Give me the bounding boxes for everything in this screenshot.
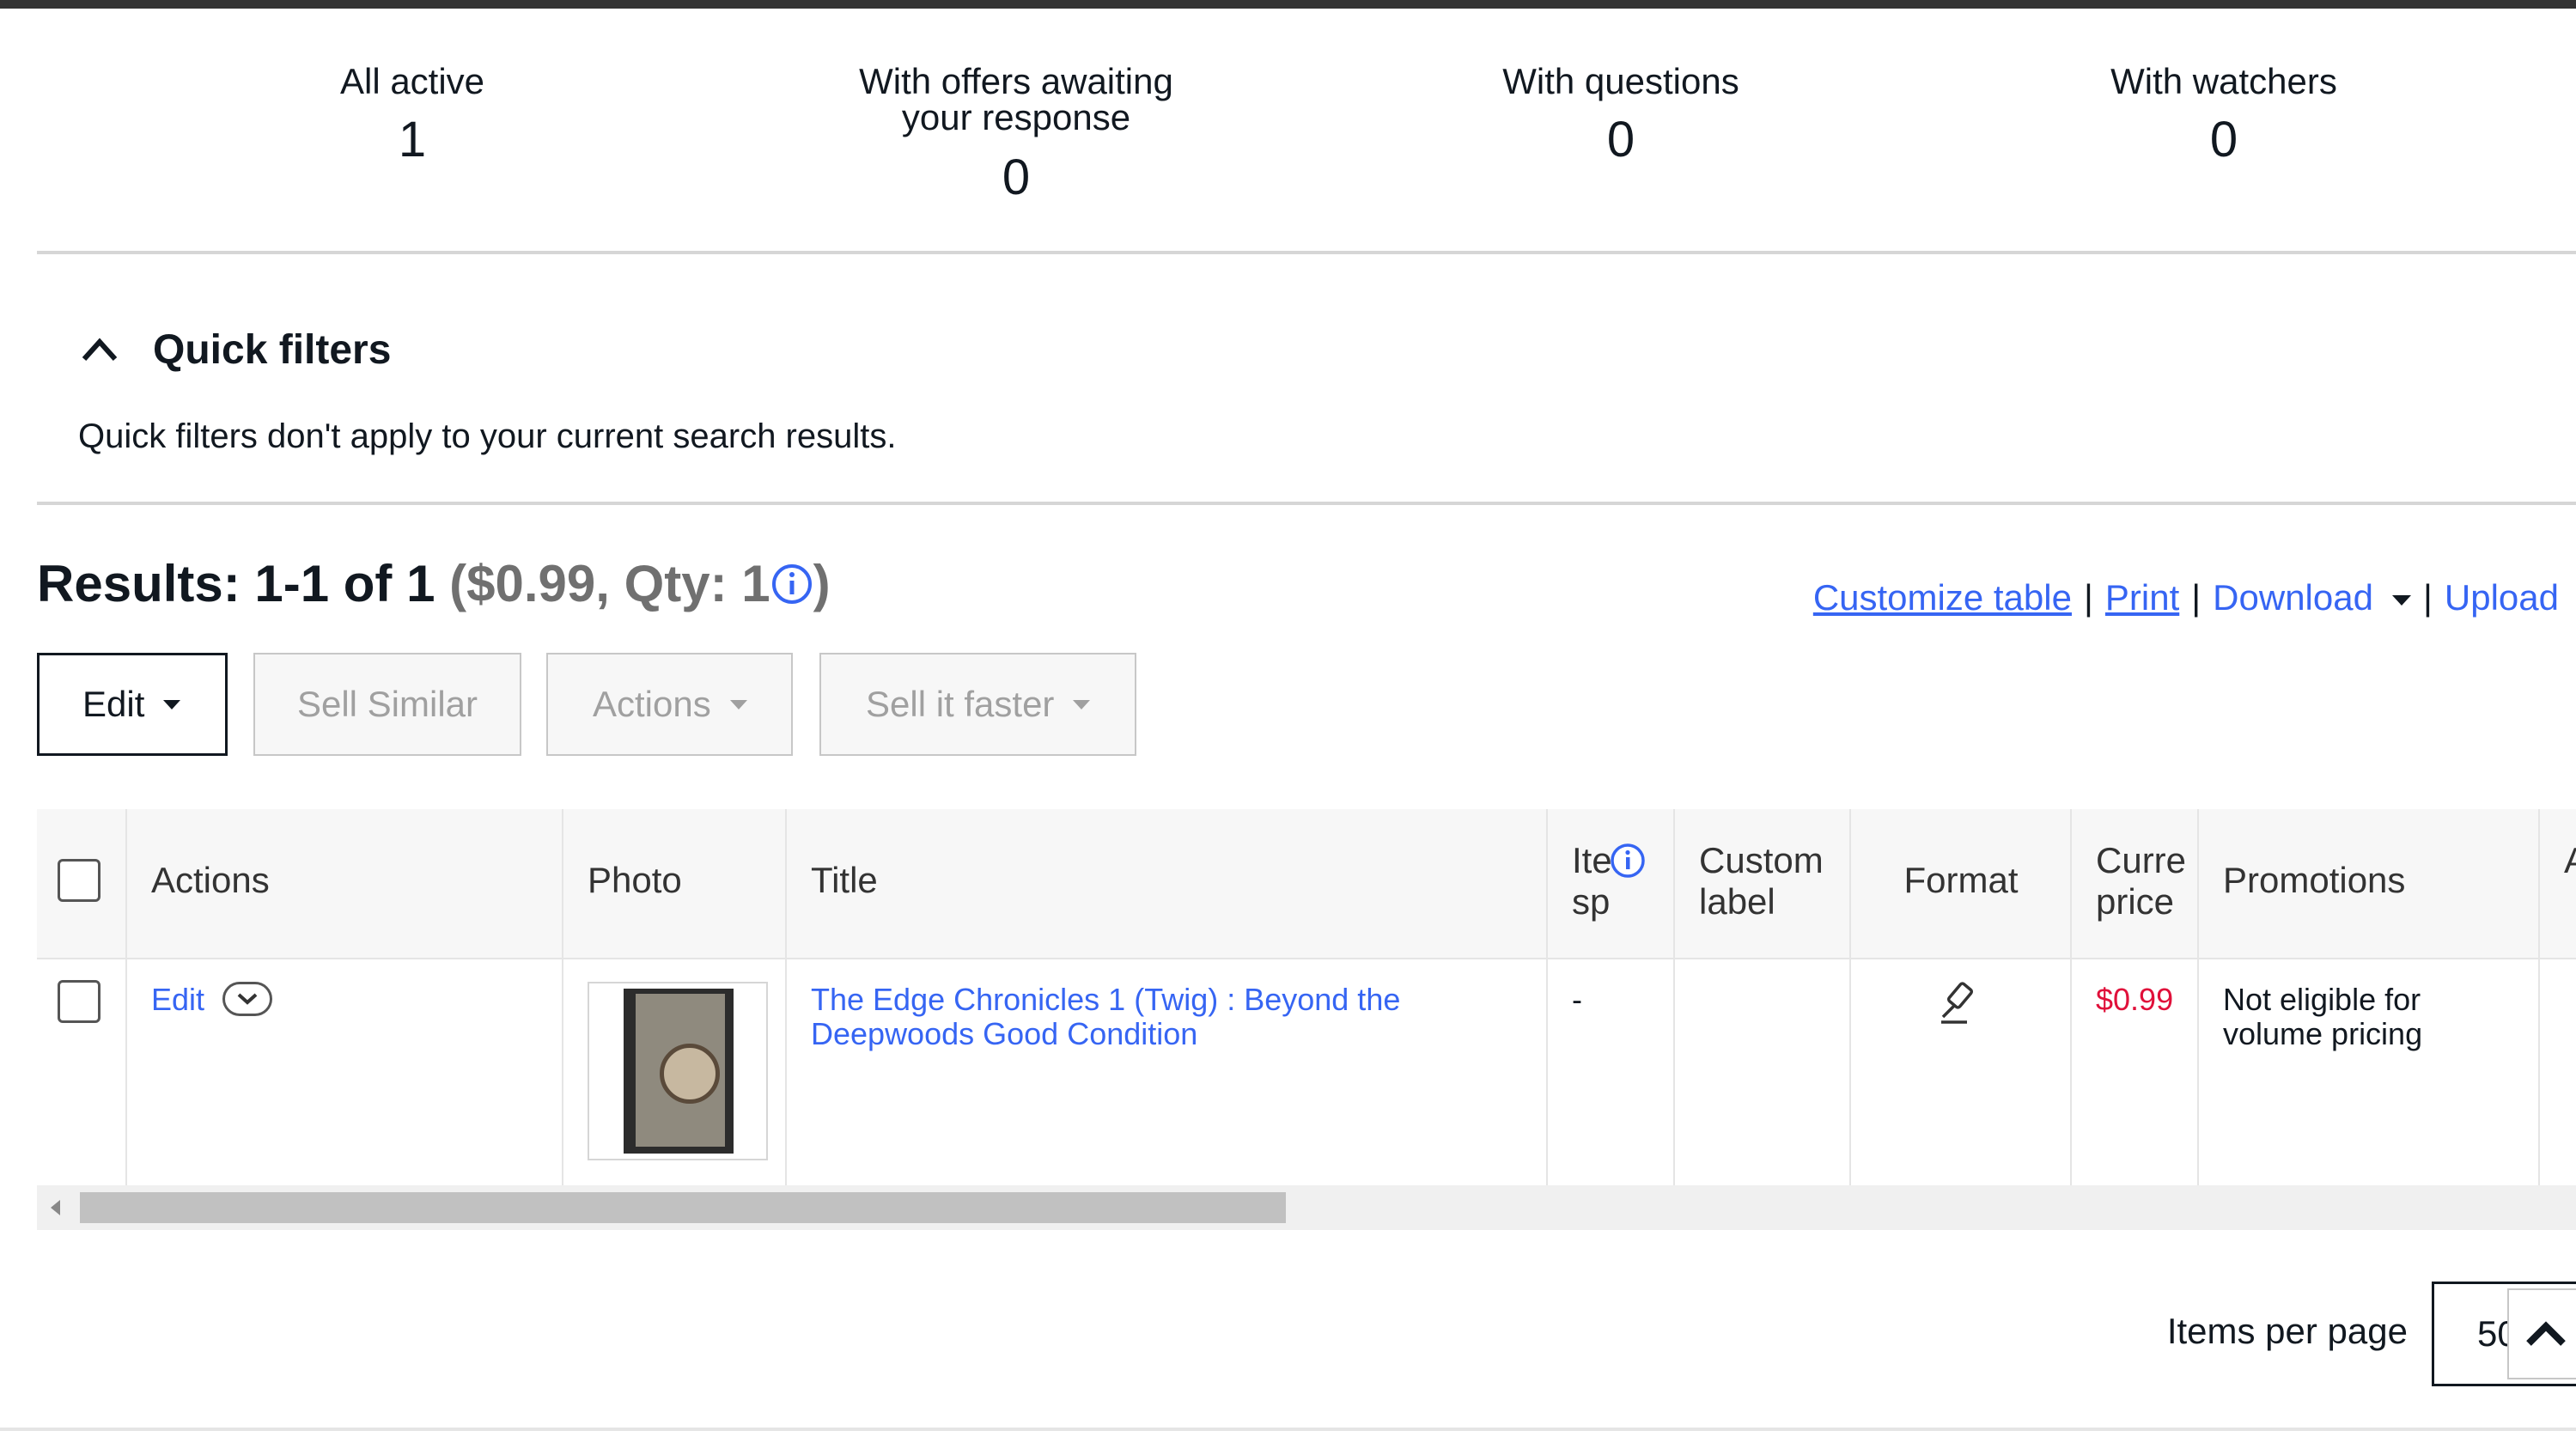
column-divider [2070, 809, 2072, 1185]
caret-down-icon [1073, 699, 1091, 709]
customize-table-link[interactable]: Customize table [1813, 577, 2072, 618]
current-price-value: $0.99 [2096, 982, 2174, 1017]
book-cover-image [624, 989, 734, 1154]
divider [37, 251, 2576, 254]
stat-label: With offers awaiting your response [859, 61, 1173, 137]
sell-similar-button[interactable]: Sell Similar [253, 653, 521, 756]
info-icon[interactable] [1609, 842, 1647, 880]
scrollbar-thumb[interactable] [80, 1192, 1286, 1223]
link-separator: | [2083, 577, 2093, 618]
link-separator: | [2422, 577, 2433, 618]
table-links: Customize table | Print | Download | Upload [1813, 577, 2559, 618]
header-format[interactable]: Format [1875, 860, 2047, 901]
column-divider [125, 809, 127, 1185]
results-summary: ($0.99, Qty: 1 [449, 555, 770, 612]
column-divider [562, 809, 563, 1185]
header-current-price[interactable]: Curre price [2096, 840, 2186, 922]
row-actions-dropdown[interactable] [222, 982, 272, 1016]
header-custom-label-line1: Custom [1699, 840, 1824, 880]
caret-down-icon [163, 699, 181, 709]
divider [37, 502, 2576, 505]
chevron-down-icon [237, 993, 258, 1005]
promotions-line1: Not eligible for [2223, 982, 2421, 1017]
results-summary-close: ) [813, 555, 831, 612]
stat-value: 0 [2209, 112, 2238, 167]
print-link[interactable]: Print [2105, 577, 2179, 618]
header-promotions[interactable]: Promotions [2223, 860, 2405, 901]
header-current-price-line1: Curre [2096, 840, 2186, 880]
sell-it-faster-button[interactable]: Sell it faster [819, 653, 1136, 756]
info-icon[interactable] [770, 563, 813, 606]
chevron-up-icon[interactable] [81, 335, 119, 364]
link-separator: | [2191, 577, 2201, 618]
chevron-up-icon [2526, 1321, 2566, 1346]
top-bar [0, 0, 2576, 9]
stat-all-active[interactable]: All active 1 [241, 64, 584, 165]
item-photo[interactable] [588, 982, 768, 1160]
column-divider [1849, 809, 1851, 1185]
stat-value: 0 [1002, 149, 1031, 205]
column-divider [2197, 809, 2199, 1185]
header-item-specifics-line1: Ite [1572, 840, 1612, 880]
stat-label: With questions [1502, 61, 1739, 101]
quick-filters-message: Quick filters don't apply to your curren… [78, 417, 897, 455]
scroll-to-top-button[interactable] [2507, 1288, 2576, 1379]
quick-filters-title[interactable]: Quick filters [153, 326, 391, 374]
sell-it-faster-label: Sell it faster [866, 684, 1055, 724]
item-title-line1: The Edge Chronicles 1 (Twig) : Beyond th… [811, 982, 1401, 1017]
caret-down-icon[interactable] [2391, 594, 2411, 606]
row-checkbox[interactable] [58, 980, 100, 1023]
column-divider [2538, 809, 2540, 1185]
item-specifics-value: - [1572, 982, 1582, 1017]
results-count: Results: 1-1 of 1 [37, 555, 435, 612]
row-edit-link[interactable]: Edit [151, 983, 204, 1017]
header-item-specifics[interactable]: Ite sp [1572, 840, 1612, 922]
stat-value: 0 [1606, 112, 1635, 167]
select-all-checkbox[interactable] [58, 859, 100, 902]
header-next-column[interactable]: A [2564, 840, 2576, 881]
item-title-link[interactable]: The Edge Chronicles 1 (Twig) : Beyond th… [811, 983, 1400, 1051]
header-photo[interactable]: Photo [588, 860, 682, 901]
column-divider [1546, 809, 1548, 1185]
column-divider [785, 809, 787, 1185]
edit-button-label: Edit [82, 684, 145, 724]
items-per-page-label: Items per page [2166, 1311, 2408, 1351]
header-item-specifics-line2: sp [1572, 881, 1611, 922]
stat-with-questions[interactable]: With questions 0 [1449, 64, 1793, 165]
stat-label: All active [339, 61, 485, 101]
actions-button[interactable]: Actions [546, 653, 793, 756]
header-custom-label[interactable]: Custom label [1699, 840, 1824, 922]
stat-with-watchers[interactable]: With watchers 0 [2052, 64, 2396, 165]
divider [0, 1428, 2576, 1431]
edit-button[interactable]: Edit [37, 653, 228, 756]
header-title[interactable]: Title [811, 860, 878, 901]
upload-link[interactable]: Upload [2445, 577, 2559, 618]
header-custom-label-line2: label [1699, 881, 1775, 922]
promotions-value: Not eligible for volume pricing [2223, 983, 2422, 1051]
column-divider [1673, 809, 1675, 1185]
item-title-line2: Deepwoods Good Condition [811, 1016, 1198, 1051]
caret-down-icon [729, 699, 747, 709]
stat-value: 1 [398, 112, 427, 167]
stat-offers-awaiting[interactable]: With offers awaiting your response 0 [801, 64, 1231, 203]
actions-label: Actions [593, 684, 711, 724]
promotions-line2: volume pricing [2223, 1016, 2423, 1051]
stat-label: With watchers [2110, 61, 2337, 101]
results-heading: Results: 1-1 of 1 ($0.99, Qty: 1 ) [37, 554, 831, 613]
header-actions[interactable]: Actions [151, 860, 270, 901]
sell-similar-label: Sell Similar [296, 684, 478, 724]
header-current-price-line2: price [2096, 881, 2175, 922]
download-link[interactable]: Download [2213, 577, 2373, 618]
scroll-left-icon[interactable] [51, 1200, 60, 1215]
table-header [37, 809, 2576, 958]
gavel-icon [1941, 982, 1974, 1024]
horizontal-scrollbar[interactable] [37, 1185, 2576, 1230]
